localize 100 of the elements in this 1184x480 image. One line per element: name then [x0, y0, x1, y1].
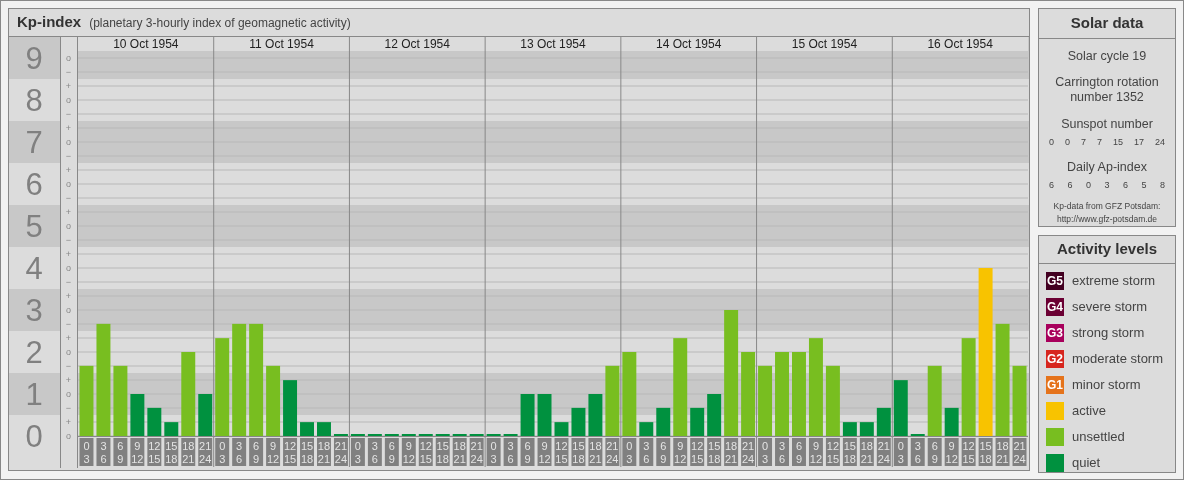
panel-title: Solar data: [1039, 9, 1175, 39]
tick-mark-label: o: [66, 137, 71, 147]
level-swatch: G4: [1046, 297, 1064, 316]
time-slot-label: 21 24: [605, 438, 620, 466]
tick-mark-label: −: [65, 67, 72, 77]
sunspot-value: 7: [1096, 135, 1102, 149]
kp-level-label: 3: [25, 293, 43, 328]
time-slot-label: 15 18: [300, 438, 314, 466]
level-label: severe storm: [1072, 297, 1148, 316]
kp-level-label: 6: [25, 167, 43, 202]
level-label: moderate storm: [1072, 349, 1164, 368]
tick-mark-label: o: [66, 389, 71, 399]
solar-cycle-text: Solar cycle 19: [1067, 48, 1147, 65]
time-slot-label: 6 9: [113, 438, 128, 466]
kp-level-label: 1: [25, 377, 43, 412]
ap-index-value: 3: [1104, 178, 1110, 192]
tick-mark-label: o: [66, 179, 71, 189]
time-slot-label: 0 3: [758, 438, 773, 466]
time-slot-label: 15 18: [707, 438, 722, 466]
time-slot-label: 18 21: [588, 438, 603, 466]
tick-mark-label: o: [66, 95, 71, 105]
level-swatch: G1: [1046, 375, 1064, 394]
time-slot-label: 0 3: [622, 438, 637, 466]
sunspot-value: 0: [1049, 135, 1054, 149]
time-slot-label: 18 21: [317, 438, 331, 466]
date-label: 15 Oct 1954: [791, 37, 858, 51]
sunspot-value: 0: [1065, 135, 1070, 149]
chart-subtitle: (planetary 3-hourly index of geomagnetic activity): [89, 14, 351, 32]
tick-mark-label: −: [65, 361, 72, 371]
kp-level-label: 8: [25, 83, 43, 118]
date-label: 13 Oct 1954: [520, 37, 586, 51]
kp-level-label: 9: [25, 41, 43, 76]
date-label: 16 Oct 1954: [927, 37, 993, 51]
tick-mark-label: +: [65, 291, 72, 301]
ap-index-value: 6: [1049, 178, 1054, 192]
tick-mark-label: −: [65, 403, 72, 413]
time-slot-label: 6 9: [249, 438, 264, 466]
date-label: 12 Oct 1954: [384, 37, 450, 51]
tick-mark-label: −: [65, 277, 72, 287]
tick-mark-label: o: [66, 53, 71, 63]
tick-mark-label: −: [65, 193, 72, 203]
time-slot-label: 9 12: [130, 438, 145, 466]
level-label: active: [1072, 401, 1106, 420]
level-swatch: G5: [1046, 271, 1064, 290]
source-url: http://www.gfz-potsdam.de: [1056, 213, 1158, 226]
panel-title: Activity levels: [1039, 235, 1175, 264]
time-slot-label: 3 6: [775, 438, 789, 466]
chart-title: Kp-index: [17, 12, 82, 33]
level-label: quiet: [1072, 453, 1101, 472]
ap-index-value: 6: [1122, 178, 1128, 192]
tick-mark-label: −: [65, 319, 72, 329]
tick-mark-label: o: [66, 221, 71, 231]
tick-mark-label: −: [65, 151, 72, 161]
level-label: unsettled: [1072, 427, 1125, 446]
ap-index-value: 8: [1159, 178, 1165, 192]
kp-level-label: 2: [25, 335, 43, 370]
sunspot-value: 7: [1080, 135, 1086, 149]
tick-mark-label: +: [65, 165, 72, 175]
tick-mark-label: +: [65, 375, 72, 385]
time-slot-label: 12 15: [690, 438, 705, 466]
carrington-rotation-text: Carrington rotation number 1352: [1054, 74, 1160, 105]
time-slot-label: 12 15: [283, 438, 298, 466]
time-slot-label: 6 9: [656, 438, 671, 466]
time-slot-label: 3 6: [96, 438, 111, 466]
level-label: extreme storm: [1072, 271, 1156, 290]
sunspot-heading: Sunspot number: [1061, 115, 1153, 133]
sunspot-value: 15: [1112, 135, 1123, 149]
tick-mark-label: o: [66, 263, 71, 273]
sunspot-value: 24: [1154, 135, 1165, 149]
level-swatch: G3: [1046, 323, 1064, 342]
level-label: strong storm: [1072, 323, 1145, 342]
tick-mark-label: +: [65, 333, 72, 343]
time-slot-label: 9 12: [673, 438, 688, 466]
tick-mark-label: +: [65, 417, 72, 427]
tick-mark-label: −: [65, 235, 72, 245]
tick-mark-label: o: [66, 431, 71, 441]
time-slot-label: 15 18: [571, 438, 586, 466]
time-slot-label: 21 24: [198, 438, 213, 466]
date-label: 11 Oct 1954: [249, 37, 314, 51]
time-slot-label: 21 24: [741, 438, 756, 466]
kp-level-label: 5: [25, 209, 43, 244]
time-slot-label: 15 18: [164, 438, 179, 466]
tick-mark-label: +: [65, 249, 72, 259]
tick-mark-label: +: [65, 81, 72, 91]
kp-level-label: 0: [25, 419, 43, 454]
time-slot-label: 3 6: [639, 438, 654, 466]
time-slot-label: 6 9: [792, 438, 806, 466]
tick-mark-label: o: [66, 305, 71, 315]
sunspot-value: 17: [1133, 135, 1144, 149]
level-label: minor storm: [1072, 375, 1141, 394]
ap-index-heading: Daily Ap-index: [1067, 159, 1147, 176]
kp-level-label: 7: [25, 125, 43, 160]
date-label: 10 Oct 1954: [113, 37, 179, 51]
ap-index-value: 0: [1085, 178, 1091, 192]
time-slot-label: 9 12: [266, 438, 281, 466]
time-slot-label: 3 6: [232, 438, 247, 466]
tick-mark-label: +: [65, 123, 72, 133]
ap-index-value: 5: [1141, 178, 1147, 192]
time-slot-label: 12 15: [147, 438, 162, 466]
time-slot-label: 0 3: [215, 438, 230, 466]
